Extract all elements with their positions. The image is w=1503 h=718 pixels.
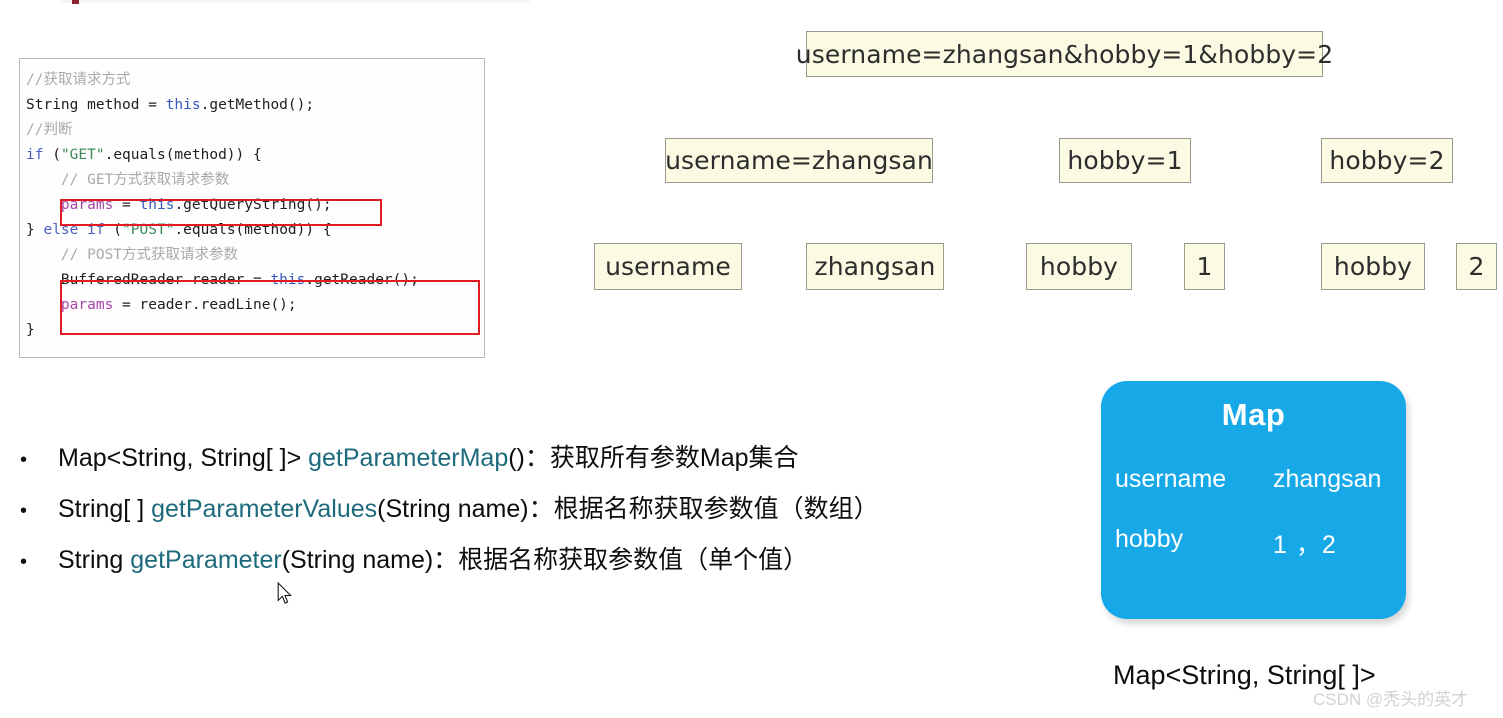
token-key-box-hobby-2: hobby	[1321, 243, 1425, 290]
method-list: • Map<String, String[ ]> getParameterMap(…	[20, 438, 980, 591]
method-signature: Map<String, String[ ]> getParameterMap()…	[58, 438, 799, 474]
cropped-title-sliver	[72, 0, 79, 4]
method-return-type: String[ ]	[58, 495, 152, 523]
code-token: this	[165, 97, 201, 113]
method-name: getParameter	[130, 546, 282, 574]
map-entry-key: hobby	[1115, 525, 1184, 553]
bullet-dot-icon: •	[20, 500, 28, 522]
code-token: .getMethod();	[200, 97, 315, 113]
token-key-box-username: username	[594, 243, 742, 290]
code-token: // POST方式获取请求参数	[26, 247, 239, 263]
code-token: .getReader();	[305, 272, 419, 288]
query-string-box: username=zhangsan&hobby=1&hobby=2	[796, 31, 1333, 77]
code-token: (	[43, 147, 61, 163]
cropped-title-wash	[60, 0, 530, 3]
map-entry-key: username	[1115, 465, 1227, 493]
code-token: BufferedReader reader =	[26, 272, 271, 288]
method-return-type: String	[58, 546, 131, 574]
code-token: }	[26, 222, 44, 238]
code-line: params = reader.readLine();	[26, 293, 484, 318]
code-token: .getQueryString();	[174, 197, 332, 213]
code-token: .equals(method)) {	[174, 222, 332, 238]
code-line: BufferedReader reader = this.getReader()…	[26, 268, 484, 293]
map-entry-row: username zhangsan	[1101, 465, 1406, 494]
code-token: "POST"	[122, 222, 175, 238]
code-token: params	[60, 197, 114, 213]
method-signature: String getParameter(String name)：根据名称获取参…	[58, 540, 808, 576]
code-token: params	[60, 297, 114, 313]
code-line: // GET方式获取请求参数	[26, 168, 484, 193]
query-pair-box-hobby-2: hobby=2	[1321, 138, 1453, 183]
method-list-item: • String getParameter(String name)：根据名称获取…	[20, 540, 980, 591]
code-token: this	[270, 272, 306, 288]
csdn-watermark: CSDN @秃头的英才	[1313, 690, 1469, 709]
method-list-item: • String[ ] getParameterValues(String nam…	[20, 489, 980, 540]
code-token: this	[139, 197, 175, 213]
method-signature: String[ ] getParameterValues(String name…	[58, 489, 879, 525]
map-entry-value: 1 ，2	[1273, 531, 1337, 559]
method-name: getParameterValues	[151, 495, 378, 523]
map-card: Map username zhangsan hobby 1 ，2	[1101, 381, 1406, 619]
token-key-box-hobby-1: hobby	[1026, 243, 1132, 290]
method-list-item: • Map<String, String[ ]> getParameterMap(…	[20, 438, 980, 489]
code-token: if	[26, 147, 44, 163]
method-description: ()：获取所有参数Map集合	[508, 444, 799, 472]
code-token: //获取请求方式	[26, 72, 131, 88]
method-return-type: Map<String, String[ ]>	[58, 444, 309, 472]
code-token: String method =	[26, 97, 166, 113]
method-name: getParameterMap	[308, 444, 509, 472]
map-entry-value: zhangsan	[1273, 465, 1382, 493]
code-token: // GET方式获取请求参数	[26, 172, 230, 188]
code-line: //判断	[26, 118, 484, 143]
mouse-pointer-icon	[277, 582, 292, 604]
bullet-dot-icon: •	[20, 551, 28, 573]
code-token: }	[26, 322, 35, 338]
code-line: // POST方式获取请求参数	[26, 243, 484, 268]
token-value-box-1: 1	[1184, 243, 1225, 290]
code-line: } else if ("POST".equals(method)) {	[26, 218, 484, 243]
code-token: "GET"	[60, 147, 105, 163]
bullet-dot-icon: •	[20, 449, 28, 471]
token-value-box-2: 2	[1456, 243, 1497, 290]
code-line: params = this.getQueryString();	[26, 193, 484, 218]
code-snippet-block: //获取请求方式 String method = this.getMethod()…	[19, 58, 485, 358]
code-line: String method = this.getMethod();	[26, 93, 484, 118]
query-pair-box-hobby-1: hobby=1	[1059, 138, 1191, 183]
map-entry-row: hobby 1 ，2	[1101, 525, 1406, 561]
code-token: =	[113, 197, 140, 213]
token-value-box-zhangsan: zhangsan	[806, 243, 944, 290]
query-pair-box-username: username=zhangsan	[665, 138, 933, 183]
code-token: .equals(method)) {	[104, 147, 262, 163]
method-description: (String name)：根据名称获取参数值（数组）	[377, 495, 879, 523]
code-token: //判断	[26, 122, 73, 138]
code-line: //获取请求方式	[26, 68, 484, 93]
code-token: (	[104, 222, 123, 238]
code-token: = reader.readLine();	[113, 297, 297, 313]
method-description: (String name)：根据名称获取参数值（单个值）	[281, 546, 809, 574]
code-line: }	[26, 318, 484, 343]
code-line: if ("GET".equals(method)) {	[26, 143, 484, 168]
code-token: else if	[43, 222, 105, 238]
map-card-title: Map	[1221, 397, 1286, 432]
